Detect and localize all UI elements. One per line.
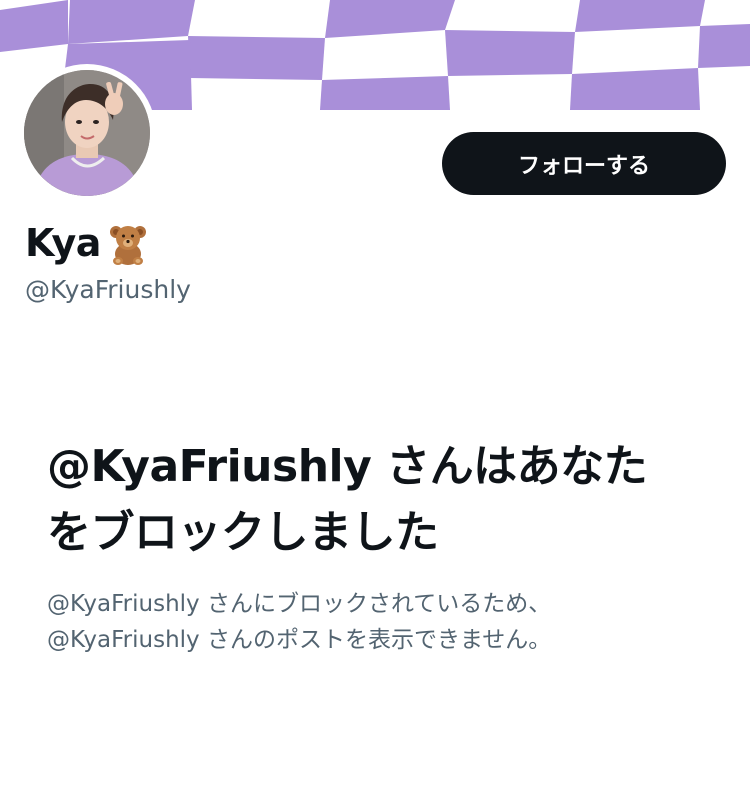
blocked-title: @KyaFriushly さんはあなたをブロックしました <box>47 441 648 558</box>
display-name: Kya <box>25 218 151 268</box>
avatar-image <box>24 70 150 196</box>
blocked-description-line: @KyaFriushly さんにブロックされているため、 <box>47 591 552 617</box>
teddy-bear-icon <box>105 220 151 266</box>
blocked-description-line: @KyaFriushly さんのポストを表示できません。 <box>47 627 552 653</box>
display-name-text: Kya <box>25 221 101 265</box>
follow-button[interactable]: フォローする <box>442 132 726 195</box>
avatar[interactable] <box>18 64 156 202</box>
blocked-description: @KyaFriushly さんにブロックされているため、 @KyaFriushl… <box>47 586 707 658</box>
username-handle: @KyaFriushly <box>25 275 191 304</box>
